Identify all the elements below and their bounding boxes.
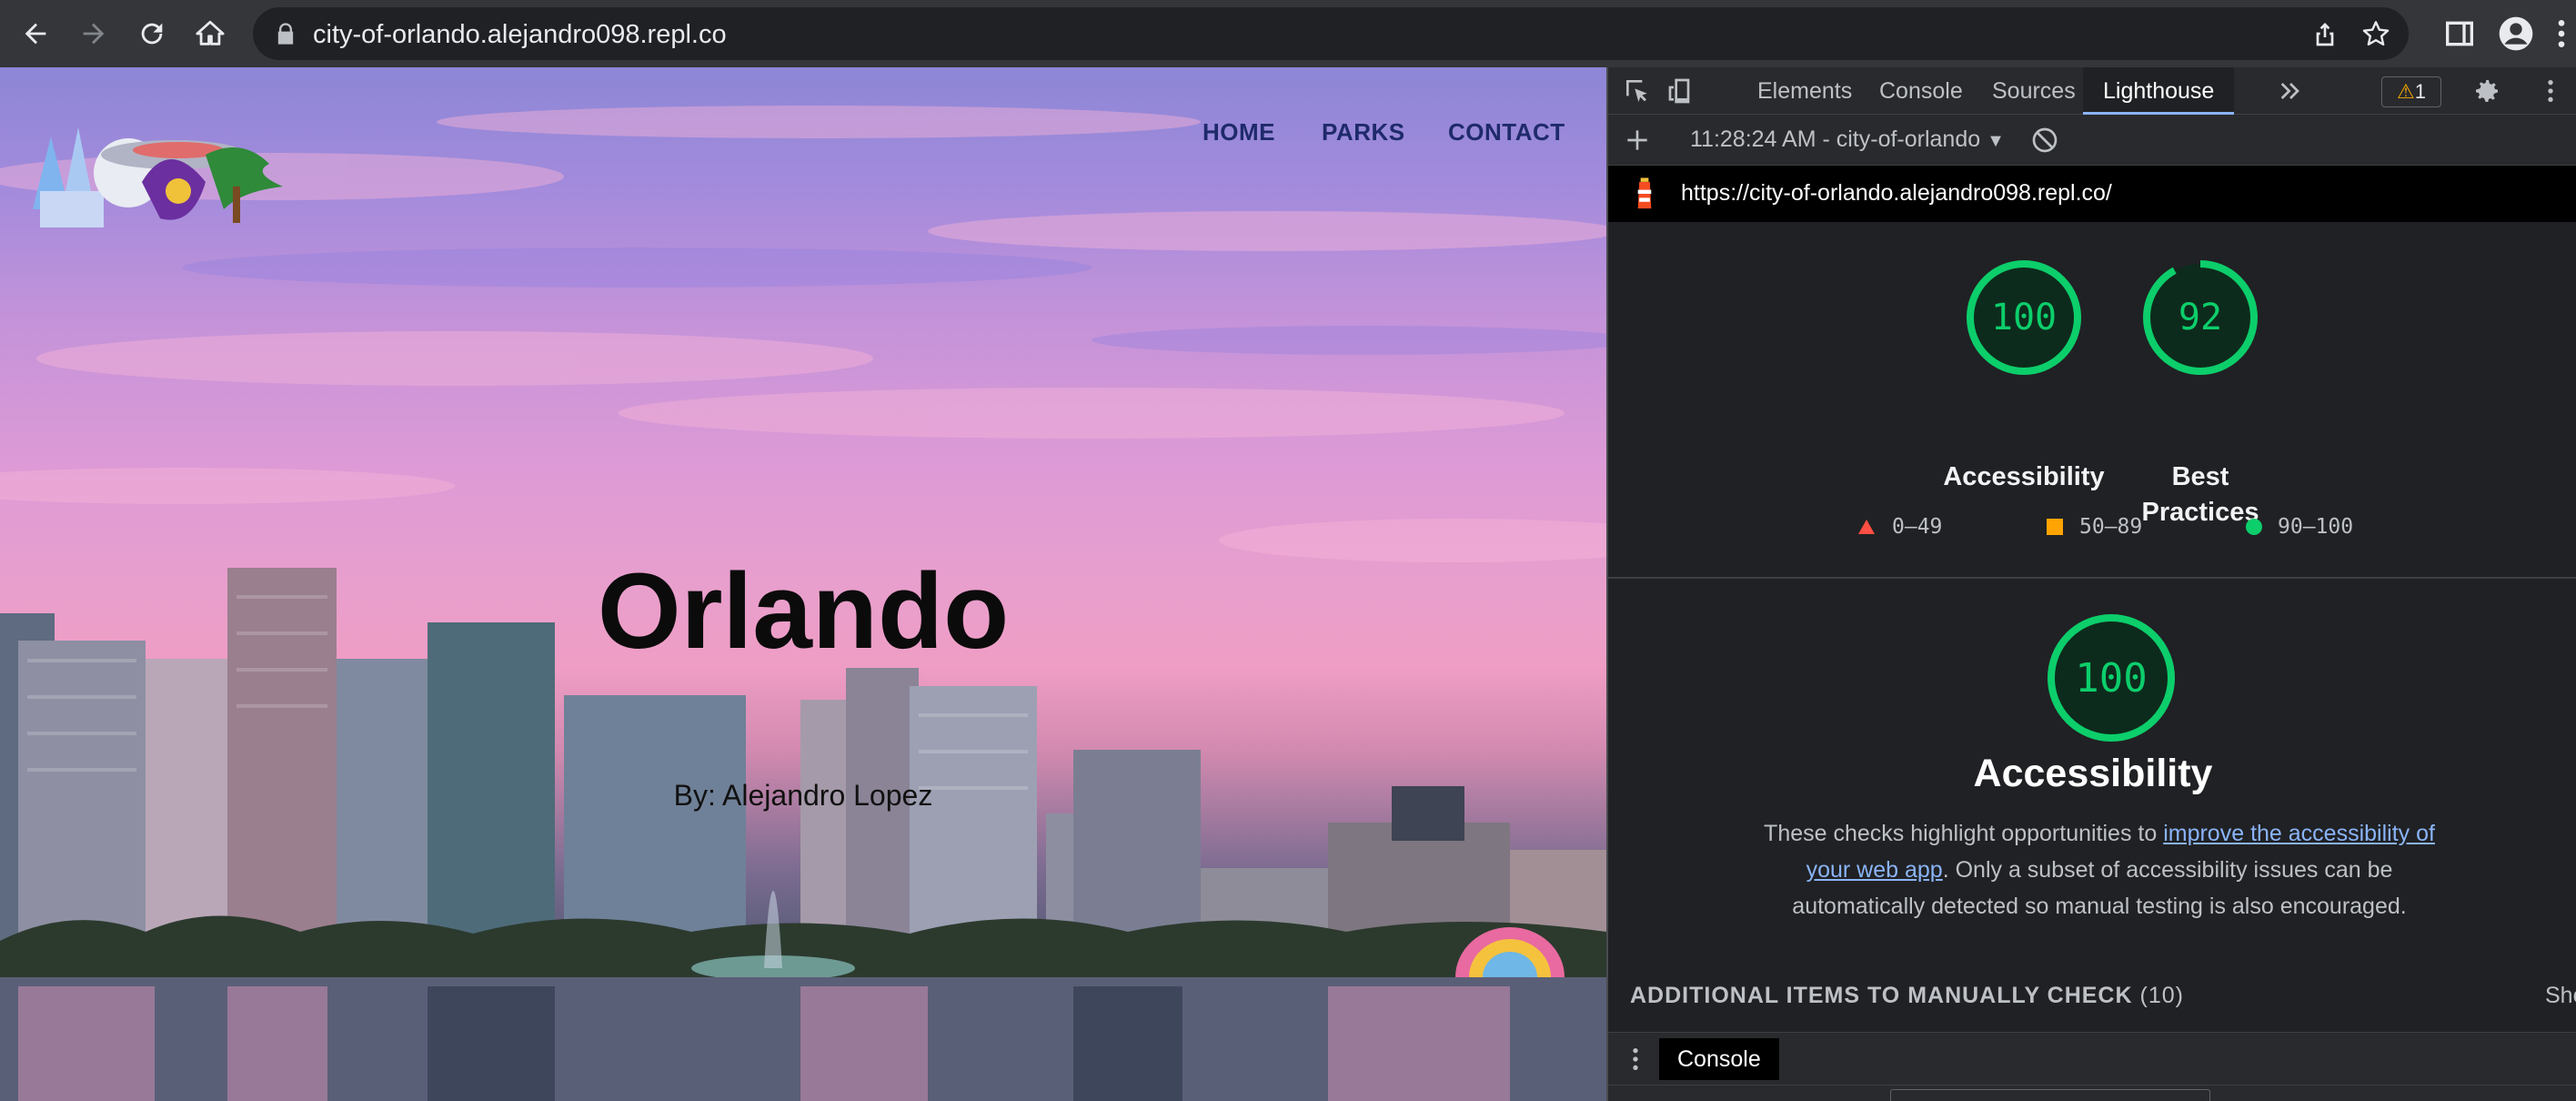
- web-page-viewport: HOME PARKS CONTACT Orlando By: Alejandro…: [0, 67, 1606, 1101]
- lighthouse-logo-icon: [1637, 177, 1652, 209]
- report-url[interactable]: https://city-of-orlando.alejandro098.rep…: [1681, 180, 2112, 207]
- category-title: Accessibility: [1973, 752, 2213, 795]
- home-icon[interactable]: [189, 13, 231, 55]
- lighthouse-url-bar: https://city-of-orlando.alejandro098.rep…: [1608, 166, 2576, 222]
- gauge-label-line1: Best: [2171, 462, 2229, 491]
- lighthouse-report: 100 Accessibility 92 Best Practices 0–49…: [1608, 222, 2576, 1032]
- nav-link-home[interactable]: HOME: [1202, 118, 1275, 146]
- manual-check-header[interactable]: ADDITIONAL ITEMS TO MANUALLY CHECK (10): [1630, 983, 2184, 1009]
- hero-byline: By: Alejandro Lopez: [673, 779, 933, 812]
- profile-icon[interactable]: [2498, 15, 2534, 52]
- nav-link-parks[interactable]: PARKS: [1322, 118, 1405, 146]
- share-icon[interactable]: [2310, 19, 2340, 48]
- category-gauge-accessibility: 100: [2048, 614, 2175, 742]
- site-logo[interactable]: [24, 100, 283, 237]
- manual-check-label: ADDITIONAL ITEMS TO MANUALLY CHECK: [1630, 983, 2133, 1008]
- show-toggle[interactable]: Sho: [2545, 983, 2576, 1009]
- orange-square-icon: [2047, 519, 2063, 535]
- tab-sources[interactable]: Sources: [1972, 67, 2096, 115]
- drawer-tabbar: Console: [1608, 1032, 2576, 1085]
- divider: [1608, 577, 2576, 579]
- devtools-panel: Elements Console Sources Lighthouse ⚠1 1…: [1606, 67, 2576, 1101]
- devtools-tabbar: Elements Console Sources Lighthouse ⚠1: [1608, 67, 2576, 115]
- category-description: These checks highlight opportunities to …: [1745, 815, 2454, 924]
- gauge-score: 100: [1991, 297, 2057, 338]
- lighthouse-toolbar: 11:28:24 AM - city-of-orlando ▼: [1608, 115, 2576, 166]
- more-tabs-chevron-icon[interactable]: [2276, 76, 2305, 106]
- tab-lighthouse[interactable]: Lighthouse: [2083, 67, 2235, 115]
- console-toolbar: [1608, 1085, 2576, 1101]
- clear-block-icon[interactable]: [2030, 126, 2059, 155]
- hero-title: Orlando: [597, 551, 1010, 672]
- desc-text: These checks highlight opportunities to: [1764, 821, 2164, 846]
- tab-elements[interactable]: Elements: [1737, 67, 1872, 115]
- lock-icon[interactable]: [273, 21, 298, 46]
- green-circle-icon: [2246, 519, 2262, 535]
- forward-arrow-icon[interactable]: [73, 13, 115, 55]
- report-selector-label: 11:28:24 AM - city-of-orlando: [1690, 126, 1981, 152]
- new-report-plus-icon[interactable]: [1623, 126, 1652, 155]
- browser-toolbar: city-of-orlando.alejandro098.repl.co: [0, 0, 2576, 67]
- kebab-menu-icon[interactable]: [2543, 15, 2576, 52]
- gauge-score: 92: [2179, 297, 2222, 338]
- side-panel-icon[interactable]: [2441, 15, 2478, 52]
- console-filter-input[interactable]: [1890, 1089, 2210, 1101]
- category-score: 100: [2075, 655, 2147, 702]
- report-selector[interactable]: 11:28:24 AM - city-of-orlando ▼: [1690, 126, 2005, 153]
- back-arrow-icon[interactable]: [15, 13, 56, 55]
- legend-fail-label: 0–49: [1892, 515, 1943, 539]
- warnings-badge[interactable]: ⚠1: [2381, 76, 2441, 107]
- manual-check-count: (10): [2139, 983, 2184, 1008]
- warning-icon: ⚠: [2397, 80, 2415, 103]
- gear-icon[interactable]: [2472, 76, 2501, 106]
- legend-average: 50–89: [2047, 515, 2142, 539]
- gauge-best-practices[interactable]: 92: [2141, 258, 2259, 377]
- inspect-element-icon[interactable]: [1623, 76, 1652, 106]
- devtools-menu-icon[interactable]: [2536, 76, 2565, 106]
- legend-fail: 0–49: [1857, 515, 1942, 539]
- legend-average-label: 50–89: [2079, 515, 2143, 539]
- legend-pass: 90–100: [2245, 515, 2353, 539]
- legend-pass-label: 90–100: [2278, 515, 2354, 539]
- drawer-menu-icon[interactable]: [1621, 1045, 1650, 1074]
- gauge-accessibility[interactable]: 100: [1965, 258, 2083, 377]
- bookmark-star-icon[interactable]: [2361, 19, 2390, 48]
- nav-link-contact[interactable]: CONTACT: [1448, 118, 1565, 146]
- address-bar[interactable]: city-of-orlando.alejandro098.repl.co: [253, 7, 2409, 60]
- drawer-tab-console[interactable]: Console: [1659, 1038, 1779, 1080]
- url-text[interactable]: city-of-orlando.alejandro098.repl.co: [313, 20, 727, 50]
- tab-console[interactable]: Console: [1859, 67, 1983, 115]
- warning-count: 1: [2414, 80, 2426, 103]
- red-triangle-icon: [1858, 520, 1875, 534]
- dropdown-caret-icon: ▼: [1987, 131, 2005, 151]
- reload-icon[interactable]: [131, 13, 173, 55]
- device-toolbar-icon[interactable]: [1666, 76, 1696, 106]
